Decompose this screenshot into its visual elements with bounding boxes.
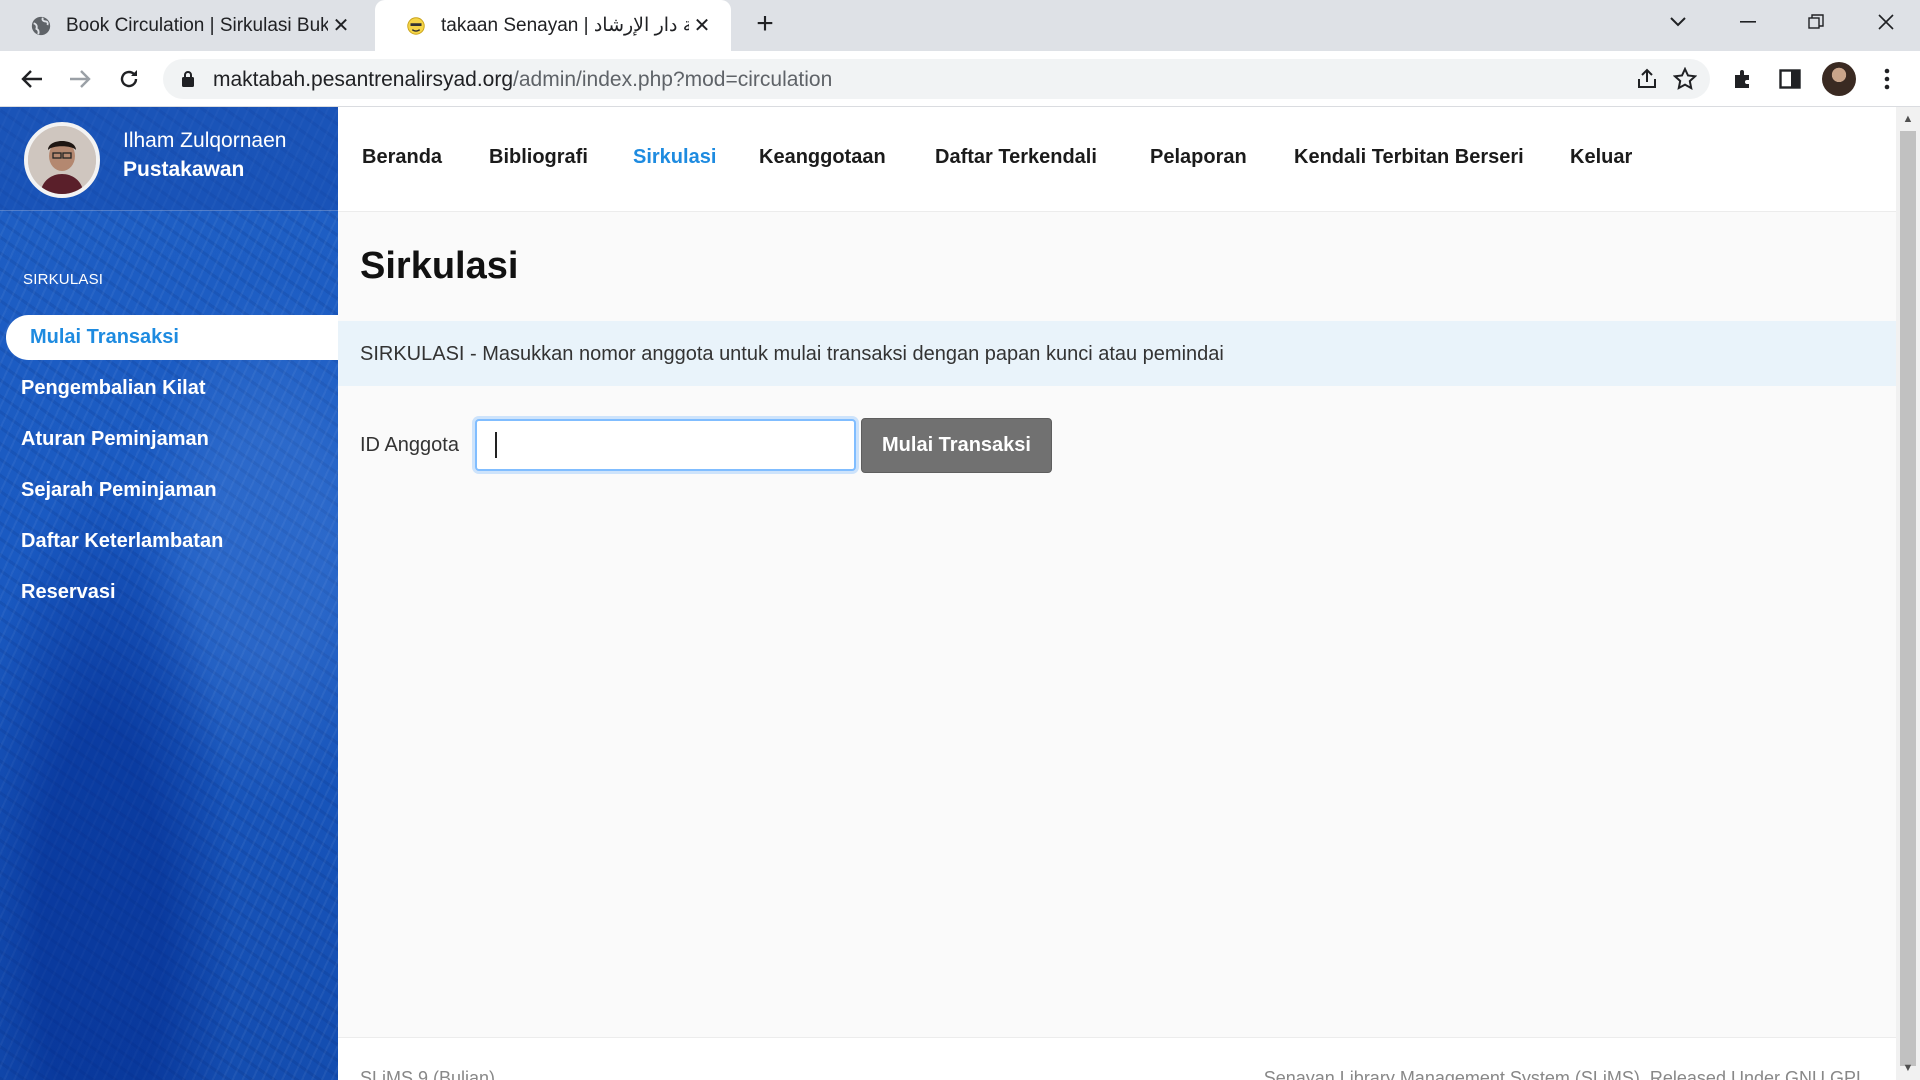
- browser-tab-active[interactable]: takaan Senayan | مكتبة دار الإرشاد ✕: [375, 0, 731, 51]
- nav-bibliografi[interactable]: Bibliografi: [489, 146, 588, 169]
- smiley-favicon-icon: [407, 16, 425, 35]
- tab-title: takaan Senayan | مكتبة دار الإرشاد: [441, 15, 689, 36]
- lock-icon[interactable]: [181, 70, 195, 88]
- nav-keanggotaan[interactable]: Keanggotaan: [759, 146, 886, 169]
- share-icon[interactable]: [1635, 67, 1659, 91]
- nav-sirkulasi[interactable]: Sirkulasi: [633, 146, 716, 169]
- tab-search-icon[interactable]: [1648, 0, 1708, 44]
- minimize-icon[interactable]: [1718, 0, 1778, 44]
- restore-icon[interactable]: [1786, 0, 1846, 44]
- sidebar-item-pengembalian-kilat[interactable]: Pengembalian Kilat: [6, 366, 338, 411]
- sidebar-item-daftar-keterlambatan[interactable]: Daftar Keterlambatan: [6, 519, 338, 564]
- extensions-icon[interactable]: [1727, 63, 1759, 95]
- footer: SLiMS 9 (Bulian) Senayan Library Managem…: [338, 1037, 1896, 1080]
- scroll-up-arrow-icon[interactable]: ▲: [1896, 109, 1920, 129]
- sidebar: Ilham Zulqornaen Pustakawan SIRKULASI Mu…: [0, 107, 338, 1080]
- avatar: [24, 122, 100, 198]
- top-navigation: Beranda Bibliografi Sirkulasi Keanggotaa…: [338, 107, 1896, 212]
- nav-pelaporan[interactable]: Pelaporan: [1150, 146, 1247, 169]
- page-scrollbar[interactable]: ▲ ▼: [1896, 107, 1920, 1080]
- browser-tab-strip: Book Circulation | Sirkulasi Buku ✕ taka…: [0, 0, 1920, 51]
- url-host: maktabah.pesantrenalirsyad.org: [213, 68, 514, 91]
- user-role: Pustakawan: [123, 158, 245, 181]
- nav-keluar[interactable]: Keluar: [1570, 146, 1632, 169]
- scroll-thumb[interactable]: [1900, 131, 1916, 1066]
- browser-tab[interactable]: Book Circulation | Sirkulasi Buku ✕: [0, 0, 370, 51]
- back-icon[interactable]: [16, 63, 48, 95]
- new-tab-button[interactable]: +: [748, 8, 782, 42]
- close-tab-icon[interactable]: ✕: [328, 13, 354, 38]
- url-text[interactable]: maktabah.pesantrenalirsyad.org/admin/ind…: [213, 68, 832, 92]
- menu-kebab-icon[interactable]: [1871, 63, 1903, 95]
- browser-toolbar: maktabah.pesantrenalirsyad.org/admin/ind…: [0, 51, 1920, 107]
- profile-avatar[interactable]: [1822, 62, 1856, 96]
- member-id-label: ID Anggota: [360, 434, 459, 456]
- tab-title: Book Circulation | Sirkulasi Buku: [66, 14, 328, 36]
- forward-icon[interactable]: [64, 63, 96, 95]
- footer-credits: Senayan Library Management System (SLiMS…: [1263, 1068, 1866, 1080]
- nav-kendali-terbitan-berseri[interactable]: Kendali Terbitan Berseri: [1294, 146, 1524, 169]
- close-window-icon[interactable]: [1856, 0, 1916, 44]
- close-tab-icon[interactable]: ✕: [689, 13, 715, 38]
- sidebar-item-reservasi[interactable]: Reservasi: [6, 570, 338, 615]
- user-name: Ilham Zulqornaen: [123, 129, 287, 152]
- footer-version: SLiMS 9 (Bulian): [360, 1068, 496, 1080]
- sidebar-item-aturan-peminjaman[interactable]: Aturan Peminjaman: [6, 417, 338, 462]
- reload-icon[interactable]: [113, 63, 145, 95]
- page-title: Sirkulasi: [360, 245, 519, 287]
- member-id-input[interactable]: [475, 419, 856, 471]
- side-panel-icon[interactable]: [1774, 63, 1806, 95]
- text-cursor: [495, 432, 497, 458]
- nav-daftar-terkendali[interactable]: Daftar Terkendali: [935, 146, 1097, 169]
- globe-icon: [31, 16, 51, 35]
- nav-beranda[interactable]: Beranda: [362, 146, 442, 169]
- sidebar-item-mulai-transaksi[interactable]: Mulai Transaksi: [6, 315, 338, 360]
- scroll-down-arrow-icon[interactable]: ▼: [1896, 1058, 1920, 1078]
- sidebar-section-title: SIRKULASI: [23, 271, 104, 288]
- info-banner: SIRKULASI - Masukkan nomor anggota untuk…: [338, 321, 1896, 386]
- bookmark-star-icon[interactable]: [1673, 67, 1697, 91]
- info-text: SIRKULASI - Masukkan nomor anggota untuk…: [360, 343, 1224, 365]
- sidebar-user-header: Ilham Zulqornaen Pustakawan: [0, 107, 338, 211]
- start-transaction-button[interactable]: Mulai Transaksi: [861, 418, 1052, 473]
- address-bar[interactable]: maktabah.pesantrenalirsyad.org/admin/ind…: [163, 59, 1710, 99]
- sidebar-item-sejarah-peminjaman[interactable]: Sejarah Peminjaman: [6, 468, 338, 513]
- url-path: /admin/index.php?mod=circulation: [513, 68, 833, 91]
